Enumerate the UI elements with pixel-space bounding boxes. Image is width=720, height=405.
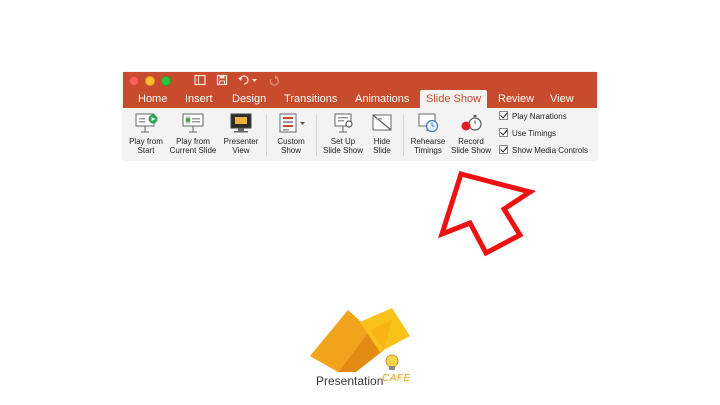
brand-name: Presentation [316, 374, 384, 388]
presentation-cafe-logo [310, 308, 410, 372]
brand-suffix: CAFE [382, 373, 411, 384]
